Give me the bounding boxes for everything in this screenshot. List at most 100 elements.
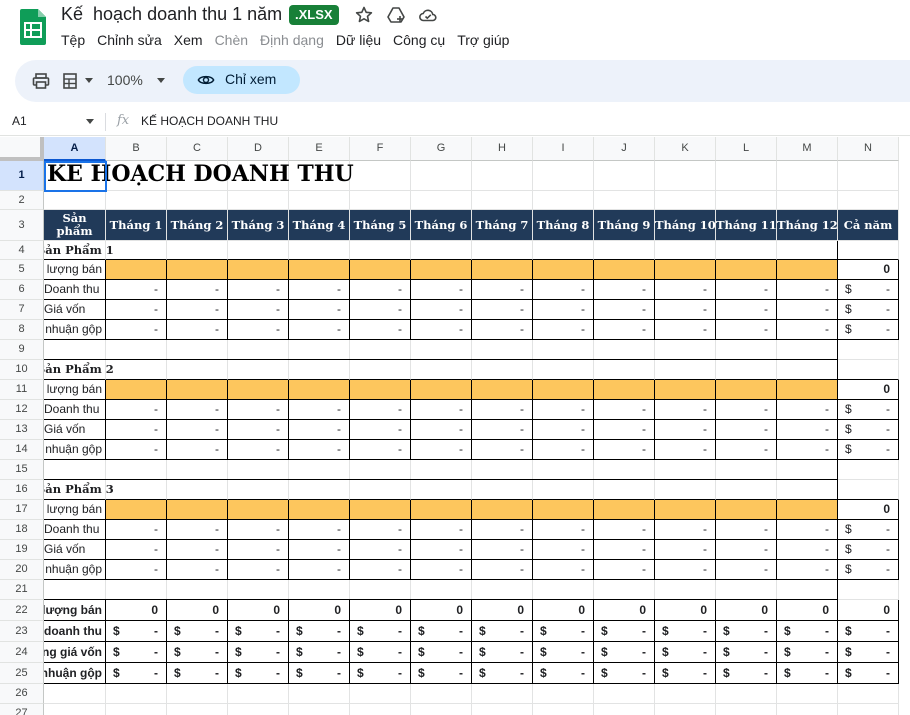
product-name-3[interactable]: Sản Phẩm 3: [44, 480, 114, 500]
metric-value-cell[interactable]: -: [411, 420, 472, 440]
total-value-cell[interactable]: $ -: [472, 663, 533, 684]
qty-input-cell[interactable]: [472, 260, 533, 280]
product-row-cell[interactable]: [533, 360, 594, 380]
product-row-cell[interactable]: [777, 360, 838, 380]
zoom-chevron-down-icon[interactable]: [157, 78, 165, 83]
total-value-cell[interactable]: $ -: [594, 663, 655, 684]
metric-label[interactable]: Giá vốn: [44, 540, 106, 560]
metric-value-cell[interactable]: -: [228, 520, 289, 540]
metric-year-total[interactable]: $ -: [838, 400, 899, 420]
metric-value-cell[interactable]: -: [350, 300, 411, 320]
total-qty-cell[interactable]: 0: [533, 600, 594, 621]
metric-value-cell[interactable]: -: [655, 420, 716, 440]
total-value-cell[interactable]: $ -: [533, 642, 594, 663]
product-row-cell[interactable]: [472, 480, 533, 500]
metric-value-cell[interactable]: -: [777, 420, 838, 440]
move-to-drive-icon[interactable]: [386, 5, 406, 25]
header-month-12[interactable]: Tháng 12: [777, 210, 838, 241]
cell-C26[interactable]: [167, 684, 228, 704]
metric-value-cell[interactable]: -: [472, 540, 533, 560]
row-header-4[interactable]: 4: [0, 241, 44, 260]
metric-value-cell[interactable]: -: [594, 520, 655, 540]
metric-value-cell[interactable]: -: [594, 540, 655, 560]
cell-J1[interactable]: [594, 161, 655, 191]
row-header-15[interactable]: 15: [0, 460, 44, 480]
product-row-cell[interactable]: [228, 241, 289, 260]
product-row-cell[interactable]: [350, 360, 411, 380]
total-value-cell[interactable]: $ -: [289, 663, 350, 684]
cell-D2[interactable]: [228, 191, 289, 210]
cell-C2[interactable]: [167, 191, 228, 210]
qty-year-total[interactable]: 0: [838, 380, 899, 400]
metric-value-cell[interactable]: -: [411, 320, 472, 340]
metric-value-cell[interactable]: -: [533, 540, 594, 560]
qty-input-cell[interactable]: [472, 500, 533, 520]
row-header-6[interactable]: 6: [0, 280, 44, 300]
qty-input-cell[interactable]: [533, 380, 594, 400]
metric-value-cell[interactable]: -: [716, 320, 777, 340]
metric-value-cell[interactable]: -: [289, 320, 350, 340]
metric-value-cell[interactable]: -: [533, 420, 594, 440]
metric-value-cell[interactable]: -: [289, 540, 350, 560]
metric-value-cell[interactable]: -: [350, 540, 411, 560]
row-header-8[interactable]: 8: [0, 320, 44, 340]
product-row-cell[interactable]: [472, 241, 533, 260]
row-header-21[interactable]: 21: [0, 580, 44, 600]
product-row-cell[interactable]: [167, 480, 228, 500]
metric-year-total[interactable]: $ -: [838, 440, 899, 460]
cell-D27[interactable]: [228, 704, 289, 715]
cell-M2[interactable]: [777, 191, 838, 210]
total-value-cell[interactable]: $ -: [167, 621, 228, 642]
total-value-cell[interactable]: $ -: [289, 642, 350, 663]
header-month-7[interactable]: Tháng 7: [472, 210, 533, 241]
metric-value-cell[interactable]: -: [167, 540, 228, 560]
row-header-12[interactable]: 12: [0, 400, 44, 420]
metric-value-cell[interactable]: -: [106, 300, 167, 320]
product-row-cell[interactable]: [350, 480, 411, 500]
total-label[interactable]: Tổng lợi nhuận gộp: [44, 663, 106, 684]
product-row-cell[interactable]: [777, 480, 838, 500]
total-value-cell[interactable]: $ -: [167, 642, 228, 663]
metric-value-cell[interactable]: -: [716, 440, 777, 460]
product-row-cell[interactable]: [655, 360, 716, 380]
column-header-N[interactable]: N: [838, 137, 899, 161]
spacer-row[interactable]: [44, 340, 838, 360]
row-header-2[interactable]: 2: [0, 191, 44, 210]
row-header-14[interactable]: 14: [0, 440, 44, 460]
product-row-cell[interactable]: [228, 360, 289, 380]
metric-value-cell[interactable]: -: [533, 520, 594, 540]
metric-value-cell[interactable]: -: [411, 560, 472, 580]
column-header-D[interactable]: D: [228, 137, 289, 161]
metric-value-cell[interactable]: -: [106, 280, 167, 300]
metric-value-cell[interactable]: -: [167, 400, 228, 420]
cell-H2[interactable]: [472, 191, 533, 210]
metric-value-cell[interactable]: -: [655, 400, 716, 420]
metric-value-cell[interactable]: -: [228, 320, 289, 340]
qty-input-cell[interactable]: [167, 260, 228, 280]
total-value-cell[interactable]: $ -: [167, 663, 228, 684]
qty-input-cell[interactable]: [777, 380, 838, 400]
metric-year-total[interactable]: $ -: [838, 560, 899, 580]
metric-value-cell[interactable]: -: [655, 280, 716, 300]
qty-input-cell[interactable]: [350, 260, 411, 280]
column-header-A[interactable]: A: [44, 137, 106, 161]
total-value-cell[interactable]: $ -: [838, 621, 899, 642]
metric-value-cell[interactable]: -: [167, 280, 228, 300]
metric-label[interactable]: Giá vốn: [44, 420, 106, 440]
product-row-cell[interactable]: [350, 241, 411, 260]
row-header-27[interactable]: 27: [0, 704, 44, 715]
cell-L1[interactable]: [716, 161, 777, 191]
metric-value-cell[interactable]: -: [350, 560, 411, 580]
column-header-L[interactable]: L: [716, 137, 777, 161]
cell-I26[interactable]: [533, 684, 594, 704]
cell-K27[interactable]: [655, 704, 716, 715]
total-value-cell[interactable]: $ -: [716, 663, 777, 684]
qty-input-cell[interactable]: [655, 500, 716, 520]
cell-K1[interactable]: [655, 161, 716, 191]
print-icon[interactable]: [31, 71, 51, 91]
qty-label[interactable]: Số lượng bán: [44, 260, 106, 280]
metric-value-cell[interactable]: -: [777, 300, 838, 320]
qty-input-cell[interactable]: [533, 500, 594, 520]
row-header-25[interactable]: 25: [0, 663, 44, 684]
total-value-cell[interactable]: $ -: [838, 642, 899, 663]
